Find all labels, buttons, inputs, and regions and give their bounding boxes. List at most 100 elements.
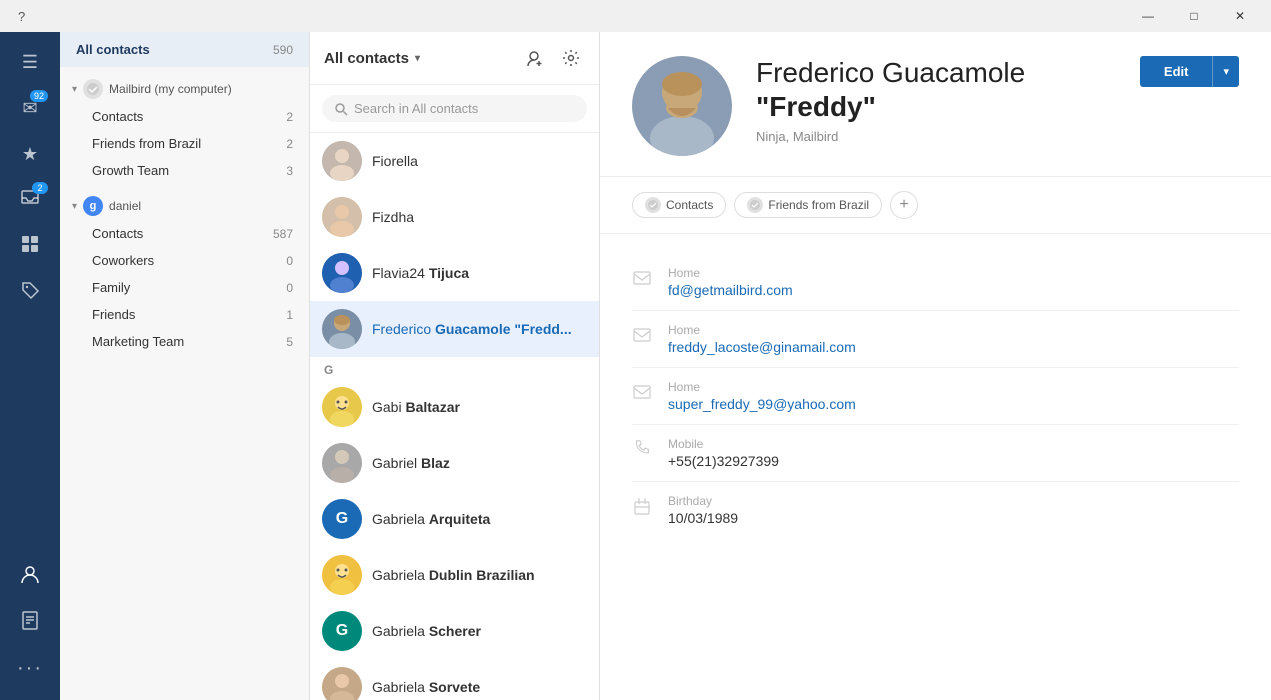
avatar-gabriela-sv [322,667,362,700]
minimize-button[interactable]: — [1125,0,1171,32]
all-contacts-label: All contacts [76,42,150,57]
edit-button[interactable]: Edit [1140,56,1213,87]
field-value-email3[interactable]: super_freddy_99@yahoo.com [668,396,1239,412]
field-label-email2: Home [668,323,1239,337]
mailbird-icon [83,79,103,99]
tag-contacts-label: Contacts [666,198,713,212]
section-g: G [310,357,599,379]
edit-dropdown-button[interactable]: ▾ [1212,56,1239,87]
contact-item-flavia[interactable]: Flavia24 Tijuca [310,245,599,301]
contact-list-title[interactable]: All contacts ▾ [324,50,420,67]
inbox-button[interactable]: 2 [8,178,52,222]
contact-item-gabriela-s[interactable]: G Gabriela Scherer [310,603,599,659]
sidebar-item-daniel-contacts[interactable]: Contacts 587 [60,220,309,247]
contact-item-gabriela-sv[interactable]: Gabriela Sorvete [310,659,599,700]
all-contacts-item[interactable]: All contacts 590 [60,32,309,67]
detail-tags: Contacts Friends from Brazil + [600,177,1271,234]
contact-name-wrap-gabriela-s: Gabriela Scherer [372,623,587,639]
chevron-down-icon: ▾ [72,84,77,95]
detail-field-email2: Home freddy_lacoste@ginamail.com [632,311,1239,368]
app-container: ☰ ✉ 92 ★ 2 [0,0,1271,700]
avatar-flavia [322,253,362,293]
plus-icon: + [899,196,908,214]
contact-name-gabriela-a: Gabriela Arquiteta [372,511,587,527]
contact-item-gabriela-d[interactable]: Gabriela Dublin Brazilian [310,547,599,603]
notes-button[interactable] [8,600,52,644]
chevron-down-icon-daniel: ▾ [72,201,77,212]
close-button[interactable]: ✕ [1217,0,1263,32]
sidebar-item-marketing[interactable]: Marketing Team 5 [60,328,309,355]
starred-button[interactable]: ★ [8,132,52,176]
add-contact-button[interactable] [521,44,549,72]
sidebar-group-mailbird-header[interactable]: ▾ Mailbird (my computer) [60,71,309,103]
sidebar-item-mailbird-contacts[interactable]: Contacts 2 [60,103,309,130]
field-content-birthday: Birthday 10/03/1989 [668,494,1239,526]
inbox-badge: 2 [32,182,48,194]
avatar-gabriel [322,443,362,483]
contact-name-gabriela-sv: Gabriela Sorvete [372,679,587,695]
all-contacts-count: 590 [273,43,293,57]
search-bar [310,85,599,133]
contact-name-wrap-frederico: Frederico Guacamole "Fredd... [372,321,587,337]
maximize-button[interactable]: □ [1171,0,1217,32]
contact-item-frederico[interactable]: Frederico Guacamole "Fredd... [310,301,599,357]
avatar-fiorella [322,141,362,181]
add-tag-button[interactable]: + [890,191,918,219]
sidebar-item-growth-team[interactable]: Growth Team 3 [60,157,309,184]
search-icon [334,102,348,116]
search-input[interactable] [354,101,575,116]
sidebar-item-family[interactable]: Family 0 [60,274,309,301]
sidebar-item-coworkers[interactable]: Coworkers 0 [60,247,309,274]
detail-tag-friends-brazil[interactable]: Friends from Brazil [734,192,882,218]
contact-list-header: All contacts ▾ [310,32,599,85]
sidebar-item-friends[interactable]: Friends 1 [60,301,309,328]
contact-name-gabriel: Gabriel Blaz [372,455,587,471]
contact-name-fiorella: Fiorella [372,153,587,169]
tag-icon [20,280,40,305]
birthday-icon [632,496,652,516]
hamburger-icon: ☰ [22,52,38,73]
contact-name-wrap-flavia: Flavia24 Tijuca [372,265,587,281]
tags-button[interactable] [8,270,52,314]
contact-name-wrap-gabriel: Gabriel Blaz [372,455,587,471]
field-content-phone: Mobile +55(21)32927399 [668,437,1239,469]
contact-item-fizdha[interactable]: Fizdha [310,189,599,245]
avatar-gabriela-s: G [322,611,362,651]
detail-header: Frederico Guacamole "Freddy" Ninja, Mail… [600,32,1271,177]
apps-icon [20,234,40,259]
mail-button[interactable]: ✉ 92 [8,86,52,130]
email-icon-2 [632,325,652,345]
contact-name-fizdha: Fizdha [372,209,587,225]
field-value-email1[interactable]: fd@getmailbird.com [668,282,1239,298]
sidebar-group-daniel-header[interactable]: ▾ g daniel [60,188,309,220]
more-button[interactable]: ··· [8,646,52,690]
contact-item-fiorella[interactable]: Fiorella [310,133,599,189]
detail-field-email3: Home super_freddy_99@yahoo.com [632,368,1239,425]
help-button[interactable]: ? [8,9,35,24]
edit-button-wrap: Edit ▾ [1140,56,1239,87]
sidebar-item-friends-brazil[interactable]: Friends from Brazil 2 [60,130,309,157]
chevron-down-icon-edit: ▾ [1223,66,1229,78]
apps-button[interactable] [8,224,52,268]
contact-item-gabriela-a[interactable]: G Gabriela Arquiteta [310,491,599,547]
contact-list: Fiorella Fizdha [310,133,599,700]
sidebar-group-mailbird: ▾ Mailbird (my computer) Contacts 2 Frie… [60,71,309,184]
avatar-gabi [322,387,362,427]
sidebar: All contacts 590 ▾ Mailbird (my computer… [60,32,310,700]
contact-item-gabriel[interactable]: Gabriel Blaz [310,435,599,491]
detail-tag-contacts[interactable]: Contacts [632,192,726,218]
sidebar-group-daniel: ▾ g daniel Contacts 587 Coworkers 0 Fami… [60,188,309,355]
contact-item-gabi[interactable]: Gabi Baltazar [310,379,599,435]
icon-bar-bottom: ··· [8,554,52,700]
dropdown-arrow-icon: ▾ [415,53,420,64]
contact-name-wrap-gabriela-sv: Gabriela Sorvete [372,679,587,695]
star-icon: ★ [22,144,38,165]
hamburger-menu-button[interactable]: ☰ [8,40,52,84]
settings-button[interactable] [557,44,585,72]
field-value-email2[interactable]: freddy_lacoste@ginamail.com [668,339,1239,355]
avatar-gabriela-d [322,555,362,595]
field-value-phone: +55(21)32927399 [668,453,1239,469]
detail-field-phone: Mobile +55(21)32927399 [632,425,1239,482]
contacts-button[interactable] [8,554,52,598]
contact-name-gabriela-s: Gabriela Scherer [372,623,587,639]
